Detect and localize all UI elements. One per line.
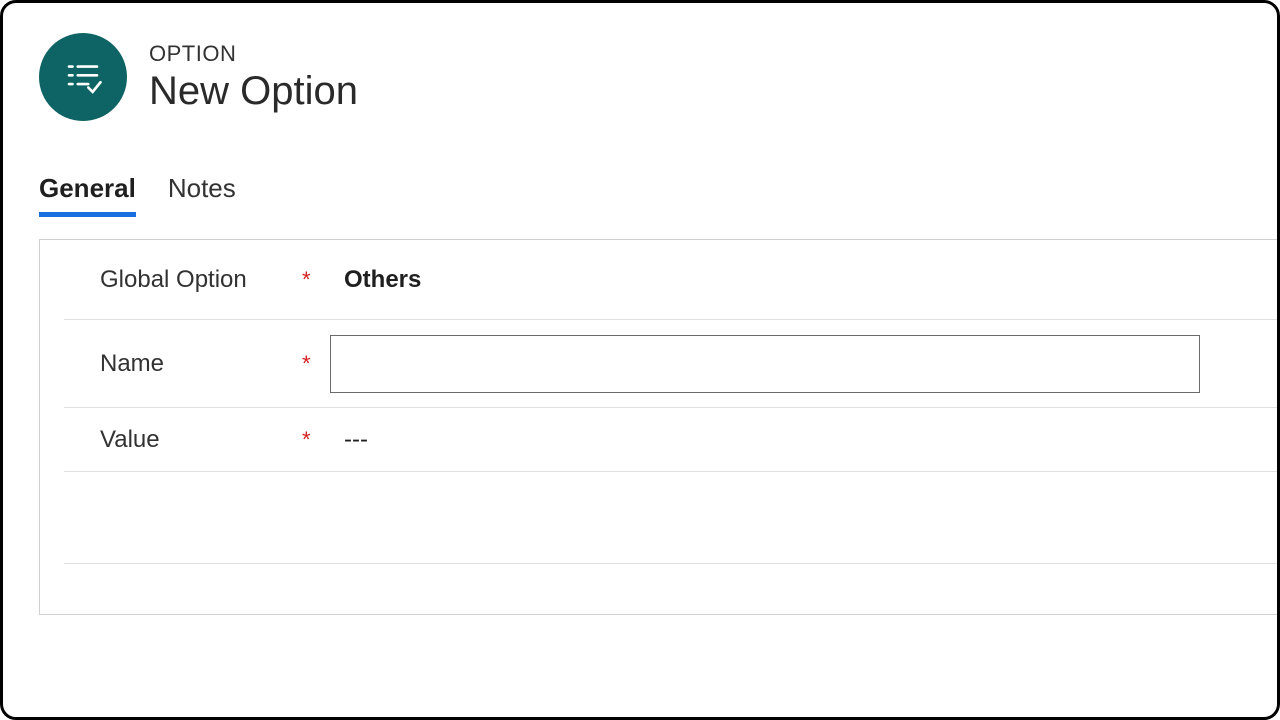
form-spacer: [64, 472, 1277, 564]
name-input[interactable]: [330, 335, 1200, 393]
required-marker: *: [302, 351, 330, 377]
option-form-window: OPTION New Option General Notes Global O…: [0, 0, 1280, 720]
required-marker: *: [302, 267, 330, 293]
header-text-block: OPTION New Option: [149, 41, 358, 113]
label-name: Name: [64, 350, 302, 378]
required-marker: *: [302, 427, 330, 453]
form-header: OPTION New Option: [3, 3, 1277, 121]
form-footer-space: [40, 564, 1277, 614]
tab-bar: General Notes: [3, 121, 1277, 217]
page-title: New Option: [149, 69, 358, 113]
global-option-lookup[interactable]: Others: [330, 266, 1277, 294]
label-value: Value: [64, 426, 302, 454]
tab-general[interactable]: General: [39, 173, 136, 217]
option-list-icon: [39, 33, 127, 121]
row-global-option: Global Option * Others: [64, 240, 1277, 320]
tab-notes[interactable]: Notes: [168, 173, 236, 217]
label-global-option: Global Option: [64, 266, 302, 294]
row-value: Value * ---: [64, 408, 1277, 472]
value-field[interactable]: ---: [330, 426, 1277, 454]
general-form-panel: Global Option * Others Name * Value * --…: [39, 239, 1277, 615]
entity-type-label: OPTION: [149, 41, 358, 67]
row-name: Name *: [64, 320, 1277, 408]
